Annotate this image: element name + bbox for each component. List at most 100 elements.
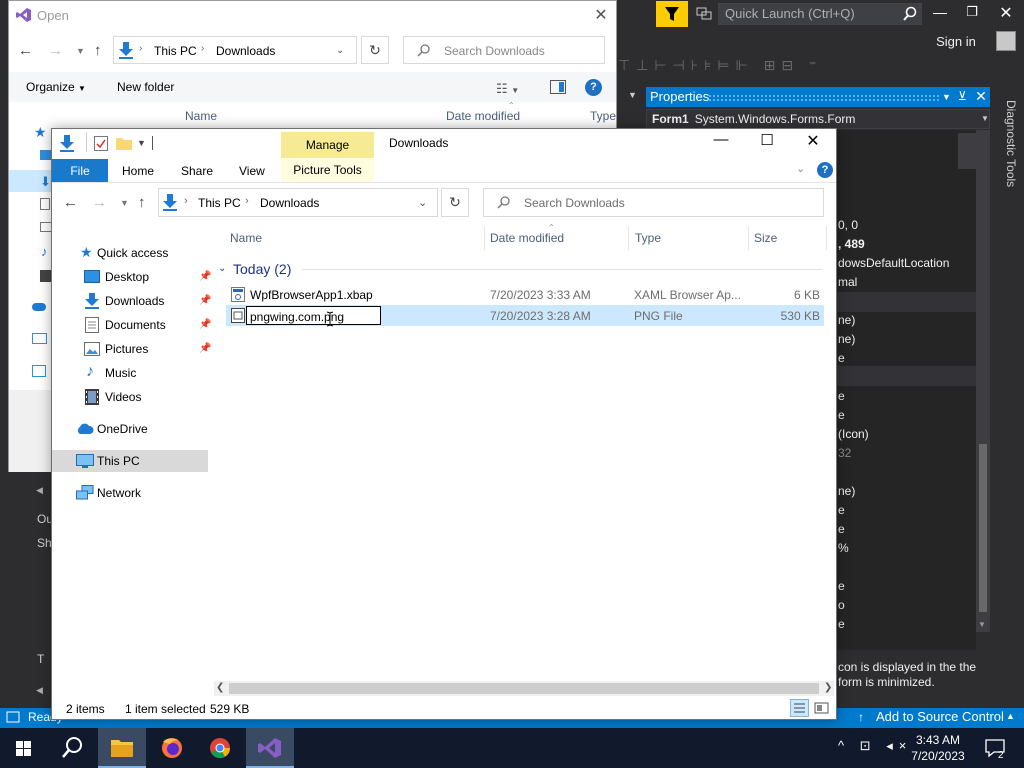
vs-source-control-arrow-icon[interactable]: ▲ [1006,711,1015,721]
open-forward-icon[interactable]: → [48,42,63,59]
view-options-icon[interactable]: ☷ ▼ [496,81,519,97]
vs-prop-value[interactable]: e [838,351,845,365]
qat-customize-icon[interactable]: ▼ [137,138,146,148]
column-divider[interactable] [628,226,629,250]
vs-left-arrow-icon[interactable]: ◀ [36,685,43,696]
vs-prop-value[interactable]: ne) [838,313,855,327]
start-button[interactable] [0,728,48,768]
vs-add-source-control[interactable]: Add to Source Control [876,709,1004,724]
details-view-icon[interactable] [790,699,809,717]
crumb-this-pc[interactable]: This PC [198,196,241,210]
vs-layout-toolbar[interactable]: ⊤⊥⊢⊣⊦⊧⊨⊩ ⊞⊟ ⁼ [618,54,998,80]
sidebar-item-network[interactable]: Network [52,482,208,504]
horizontal-scroll-thumb[interactable] [229,683,819,694]
explorer-minimize-button[interactable]: — [698,131,744,157]
open-this-pc-icon[interactable] [32,333,47,344]
vs-properties-close-button[interactable]: ✕ [972,88,990,106]
open-music-icon[interactable]: ♪ [41,244,48,259]
taskbar-chrome-icon[interactable] [196,728,244,768]
column-header-name[interactable]: Name [230,231,262,245]
back-button-icon[interactable]: ← [63,194,78,211]
open-column-name[interactable]: Name [185,109,217,123]
vs-quick-launch-input[interactable]: Quick Launch (Ctrl+Q) [718,3,922,25]
recent-locations-icon[interactable]: ▼ [120,198,129,208]
vs-prop-value[interactable]: 0, 0 [838,218,858,232]
table-row[interactable]: WpfBrowserApp1.xbap 7/20/2023 3:33 AM XA… [226,284,824,305]
vs-prop-value[interactable]: e [838,408,845,422]
vs-prop-value[interactable]: mal [838,275,857,289]
scroll-left-icon[interactable]: ❮ [216,682,224,693]
taskbar-firefox-icon[interactable] [148,728,196,768]
search-input[interactable]: Search Downloads [483,188,824,217]
large-icons-view-icon[interactable] [812,699,831,717]
sidebar-item-pictures[interactable]: Pictures 📌 [52,338,211,360]
vs-close-button[interactable]: ✕ [996,3,1016,23]
vs-prop-value[interactable]: o [838,598,845,612]
sidebar-item-onedrive[interactable]: OneDrive [52,418,208,440]
group-header-today[interactable]: Today (2) [233,261,291,277]
vs-prop-value[interactable]: e [838,579,845,593]
vs-prop-value[interactable]: (Icon) [838,427,869,441]
explorer-help-icon[interactable]: ? [817,162,833,178]
vs-prop-value[interactable]: e [838,617,845,631]
explorer-maximize-button[interactable]: ☐ [744,131,790,157]
column-divider[interactable] [826,226,827,250]
open-onedrive-icon[interactable] [32,303,46,311]
manage-context-tab[interactable]: Manage [281,132,374,158]
vs-quick-launch-search-icon[interactable] [902,6,918,22]
taskbar-search-icon[interactable] [48,728,96,768]
column-header-size[interactable]: Size [754,231,777,245]
vs-prop-value[interactable]: dowsDefaultLocation [838,256,949,270]
vs-minimize-button[interactable]: — [930,4,950,24]
pin-icon[interactable]: 📌 [199,319,211,330]
open-downloads-icon[interactable]: ⬇ [40,174,51,190]
vs-prop-value[interactable]: 32 [838,446,851,460]
open-crumb-downloads[interactable]: Downloads [216,44,275,58]
vs-properties-menu-icon[interactable]: ▼ [942,92,951,102]
open-dialog-close-button[interactable]: ✕ [592,5,610,25]
tab-home[interactable]: Home [122,164,154,178]
tab-view[interactable]: View [239,164,265,178]
open-quick-access-icon[interactable]: ★ [34,124,47,141]
open-videos-icon[interactable] [40,270,51,282]
system-tray-icons[interactable]: ^ ⊡ ◂× [838,738,912,754]
vs-account-avatar[interactable] [996,31,1016,51]
sidebar-item-quick-access[interactable]: ★ Quick access [52,242,208,264]
column-header-type[interactable]: Type [635,231,661,245]
table-row[interactable]: 7/20/2023 3:28 AM PNG File 530 KB [226,305,824,326]
forward-button-icon[interactable]: → [92,194,107,211]
organize-button[interactable]: Organize ▼ [26,80,86,94]
vs-feedback-filter-icon[interactable] [656,1,688,27]
vs-prop-value[interactable]: % [838,541,849,555]
open-network-icon[interactable] [32,365,46,377]
sidebar-item-desktop[interactable]: Desktop 📌 [52,266,211,288]
sidebar-item-videos[interactable]: Videos [52,386,208,408]
vs-scroll-down-icon[interactable]: ▼ [978,620,986,629]
scroll-right-icon[interactable]: ❯ [824,682,832,693]
vs-prop-value[interactable]: ne) [838,332,855,346]
vs-live-share-icon[interactable] [696,5,712,21]
vs-properties-scroll-thumb[interactable] [979,444,987,612]
column-header-date[interactable]: Date modified [490,231,564,245]
vs-properties-object-selector[interactable]: Form1 System.Windows.Forms.Form [646,109,990,129]
sidebar-item-this-pc[interactable]: This PC [52,450,208,472]
open-crumb-this-pc[interactable]: This PC [154,44,197,58]
open-refresh-button[interactable]: ↻ [361,36,389,64]
refresh-button[interactable]: ↻ [441,188,469,217]
taskbar-file-explorer-icon[interactable] [98,728,146,768]
vs-prop-value[interactable]: , 489 [838,237,865,251]
sidebar-item-downloads[interactable]: Downloads 📌 [52,290,211,312]
new-folder-button[interactable]: New folder [117,80,174,94]
explorer-close-button[interactable]: ✕ [790,131,836,157]
column-divider[interactable] [484,226,485,250]
taskbar-visual-studio-icon[interactable] [246,728,294,768]
vs-restore-button[interactable]: ❐ [962,4,982,24]
group-collapse-icon[interactable]: ⌄ [218,263,226,274]
vs-object-dropdown-icon[interactable]: ▼ [981,114,989,123]
vs-prop-value[interactable]: ne) [838,484,855,498]
vs-prop-value[interactable]: e [838,389,845,403]
sidebar-item-music[interactable]: ♪ Music [52,362,208,384]
vs-left-arrow-icon[interactable]: ◀ [36,485,43,496]
open-back-icon[interactable]: ← [18,42,33,59]
vs-dropdown-arrow-icon[interactable]: ▼ [628,90,637,100]
